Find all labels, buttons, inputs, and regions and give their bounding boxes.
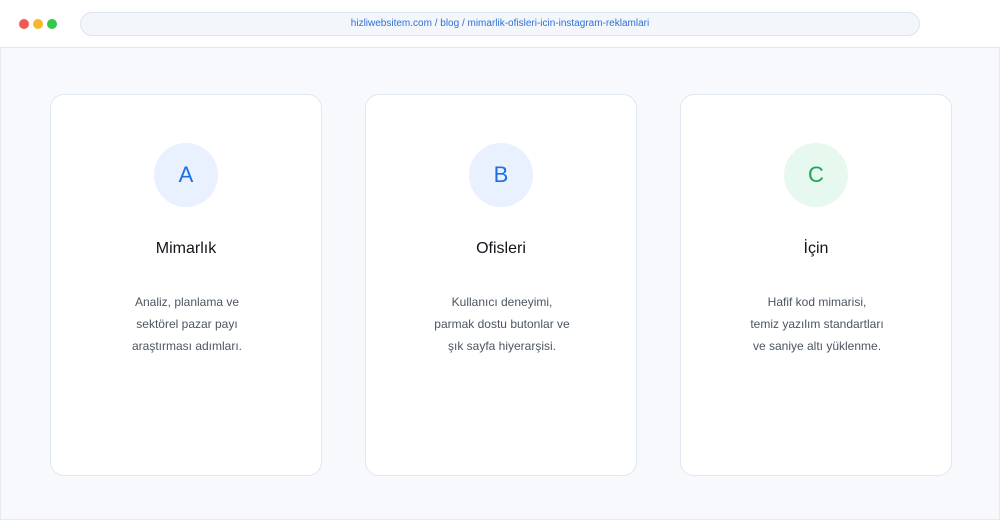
letter-badge-a: A xyxy=(154,143,218,207)
card-description-line: parmak dostu butonlar ve xyxy=(434,317,570,331)
card-description-line: temiz yazılım standartları xyxy=(750,317,884,331)
browser-titlebar: hizliwebsitem.com / blog / mimarlik-ofis… xyxy=(0,0,1000,48)
card-title: Ofisleri xyxy=(476,240,526,257)
card-description-line: sektörel pazar payı xyxy=(136,317,238,331)
page-content: A Mimarlık Analiz, planlama ve sektörel … xyxy=(0,48,1000,520)
card-description-line: araştırması adımları. xyxy=(131,339,243,353)
card-description-line: Analiz, planlama ve xyxy=(134,295,240,309)
card-description: Hafif kod mimarisi, temiz yazılım standa… xyxy=(711,291,923,357)
close-window-button[interactable] xyxy=(19,19,29,29)
card-description-line: Kullanıcı deneyimi, xyxy=(451,295,553,309)
feature-card-mimarlik: A Mimarlık Analiz, planlama ve sektörel … xyxy=(50,94,322,476)
card-description: Analiz, planlama ve sektörel pazar payı … xyxy=(81,291,293,357)
card-description: Kullanıcı deneyimi, parmak dostu butonla… xyxy=(396,291,608,357)
card-description-line: Hafif kod mimarisi, xyxy=(767,295,867,309)
minimize-window-button[interactable] xyxy=(33,19,43,29)
card-description-line: ve saniye altı yüklenme. xyxy=(752,339,882,353)
feature-card-icin: C İçin Hafif kod mimarisi, temiz yazılım… xyxy=(680,94,952,476)
card-title: Mimarlık xyxy=(155,240,217,257)
maximize-window-button[interactable] xyxy=(47,19,57,29)
letter-badge-b: B xyxy=(469,143,533,207)
letter-badge-c: C xyxy=(784,143,848,207)
card-description-line: şık sayfa hiyerarşisi. xyxy=(447,339,557,353)
address-bar[interactable]: hizliwebsitem.com / blog / mimarlik-ofis… xyxy=(80,12,920,36)
browser-window: hizliwebsitem.com / blog / mimarlik-ofis… xyxy=(0,0,1000,520)
feature-card-ofisleri: B Ofisleri Kullanıcı deneyimi, parmak do… xyxy=(365,94,637,476)
card-title: İçin xyxy=(803,240,829,257)
